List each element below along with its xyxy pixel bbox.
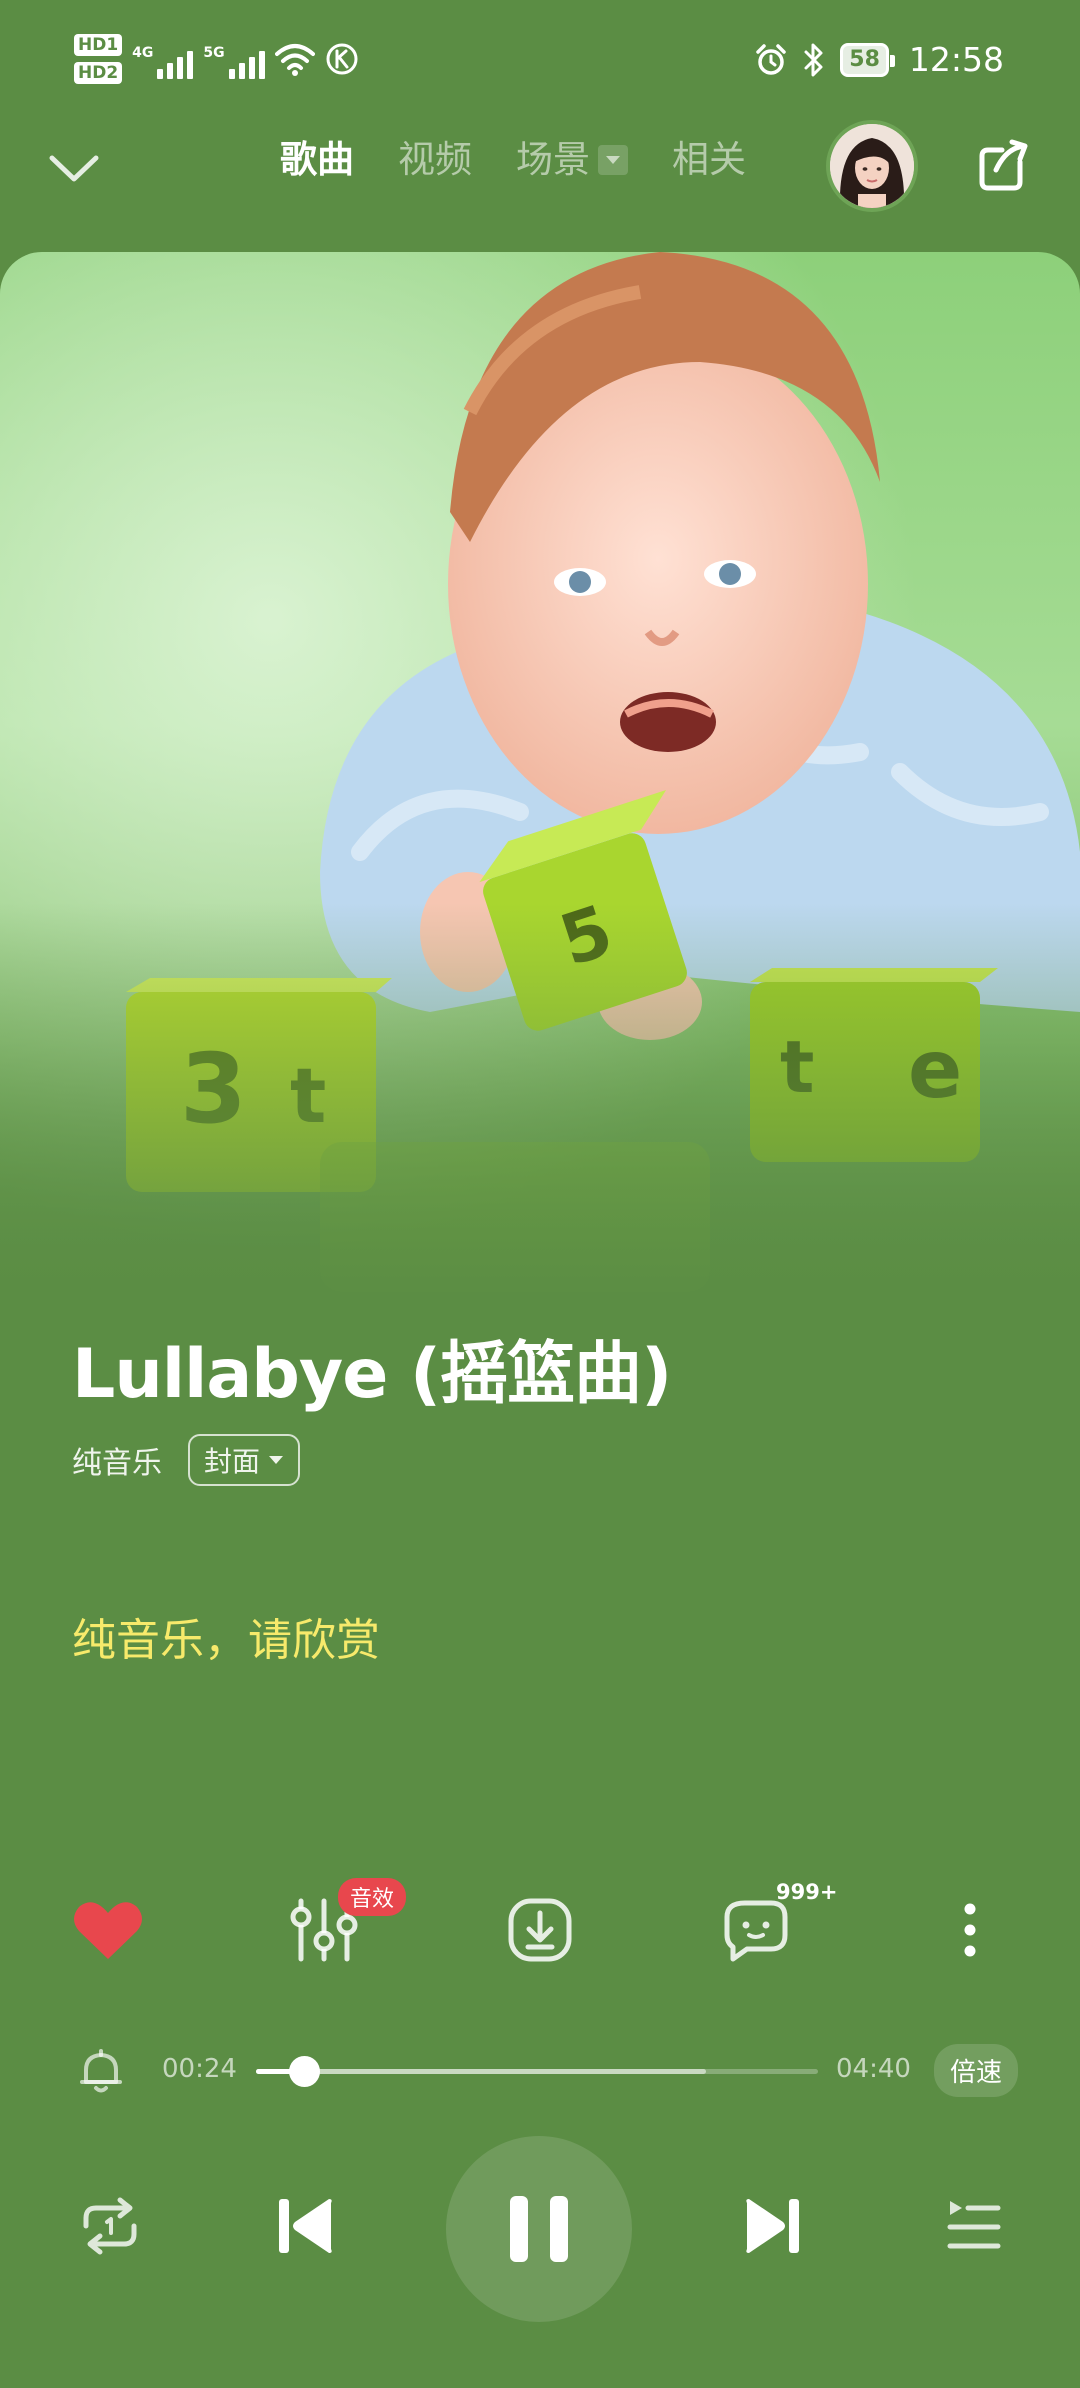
song-meta: 纯音乐 封面 — [72, 1434, 301, 1486]
transport-controls — [0, 2136, 1080, 2326]
caret-down-icon — [269, 1456, 284, 1464]
more-vertical-icon — [964, 1903, 976, 1957]
comment-icon — [724, 1900, 788, 1962]
like-button[interactable] — [58, 1880, 158, 1980]
status-right: 58 12:58 — [754, 40, 1004, 79]
repeat-mode-button[interactable] — [70, 2186, 150, 2266]
comment-count: 999+ — [776, 1880, 838, 1904]
cover-mode-dropdown[interactable]: 封面 — [188, 1434, 301, 1486]
elapsed-time: 00:24 — [162, 2054, 237, 2084]
sound-effect-badge: 音效 — [338, 1878, 407, 1916]
sim-indicators: HD1 HD2 — [74, 34, 123, 84]
tab-related[interactable]: 相关 — [672, 130, 746, 190]
song-title: Lullabye (摇篮曲) — [72, 1335, 672, 1414]
signal-bar — [157, 69, 164, 79]
playback-speed-button[interactable]: 倍速 — [934, 2044, 1019, 2097]
progress-row: 00:24 04:40 倍速 — [0, 2040, 1080, 2100]
signal-bar — [238, 63, 245, 79]
network-2-label: 5G — [203, 45, 225, 61]
pause-icon — [510, 2196, 568, 2262]
signal-bar — [177, 57, 184, 79]
skip-previous-icon — [279, 2199, 332, 2253]
signal-2-icon: 5G — [203, 39, 265, 79]
share-icon — [979, 139, 1028, 191]
download-button[interactable] — [490, 1880, 590, 1980]
signal-bar — [167, 63, 174, 79]
progress-slider[interactable] — [256, 2056, 818, 2087]
play-pause-button[interactable] — [446, 2136, 632, 2322]
artist-name[interactable]: 纯音乐 — [72, 1438, 162, 1482]
skip-next-icon — [746, 2199, 799, 2253]
k-icon — [326, 43, 358, 75]
status-left: HD1 HD2 4G 5G — [74, 34, 359, 84]
battery-icon: 58 — [840, 42, 895, 77]
caret-down-icon — [598, 145, 628, 175]
tab-video[interactable]: 视频 — [398, 130, 472, 190]
tab-scene-label: 场景 — [516, 138, 590, 181]
tab-song[interactable]: 歌曲 — [280, 130, 354, 190]
signal-bar — [228, 69, 235, 79]
previous-button[interactable] — [266, 2186, 346, 2266]
action-row: 音效 999+ — [0, 1878, 1080, 1990]
lyric-line[interactable]: 纯音乐，请欣赏 — [72, 1604, 380, 1668]
signal-1-icon: 4G — [132, 39, 194, 79]
cover-mode-label: 封面 — [204, 1445, 261, 1478]
clock: 12:58 — [908, 40, 1004, 79]
heart-icon — [74, 1902, 142, 1959]
avatar-image — [830, 124, 914, 208]
buffer-bar — [256, 2069, 706, 2074]
bell-icon — [80, 2049, 122, 2093]
tab-scene[interactable]: 场景 — [516, 130, 628, 190]
signal-bar — [258, 51, 265, 79]
network-1-label: 4G — [132, 45, 154, 61]
sim1-hd-badge: HD1 — [74, 34, 123, 56]
tab-related-label: 相关 — [672, 138, 746, 181]
next-button[interactable] — [732, 2186, 812, 2266]
bluetooth-icon — [804, 43, 823, 76]
album-cover[interactable]: 5 3 t t e — [0, 252, 1080, 1302]
download-icon — [508, 1898, 572, 1962]
sim2-hd-badge: HD2 — [74, 62, 123, 84]
repeat-one-icon — [83, 2197, 137, 2255]
collapse-button[interactable] — [44, 138, 104, 198]
sleep-timer-button[interactable] — [76, 2046, 126, 2100]
share-button[interactable] — [972, 134, 1036, 198]
tab-video-label: 视频 — [398, 138, 472, 181]
playlist-button[interactable] — [934, 2186, 1014, 2266]
tab-song-label: 歌曲 — [280, 138, 354, 181]
signal-bar — [187, 51, 194, 79]
total-time: 04:40 — [836, 2054, 911, 2084]
status-bar: HD1 HD2 4G 5G 58 12:58 — [0, 0, 1080, 120]
album-cover-image: 5 3 t t e — [0, 252, 1080, 1302]
tab-bar: 歌曲 视频 场景 相关 — [280, 130, 746, 190]
top-nav: 歌曲 视频 场景 相关 — [0, 120, 1080, 212]
playlist-icon — [947, 2201, 1001, 2249]
wifi-icon — [274, 44, 315, 76]
avatar[interactable] — [826, 120, 918, 212]
alarm-icon — [756, 43, 787, 75]
signal-bar — [248, 57, 255, 79]
more-button[interactable] — [920, 1880, 1020, 1980]
chevron-down-icon — [49, 155, 99, 182]
progress-knob[interactable] — [289, 2056, 321, 2087]
